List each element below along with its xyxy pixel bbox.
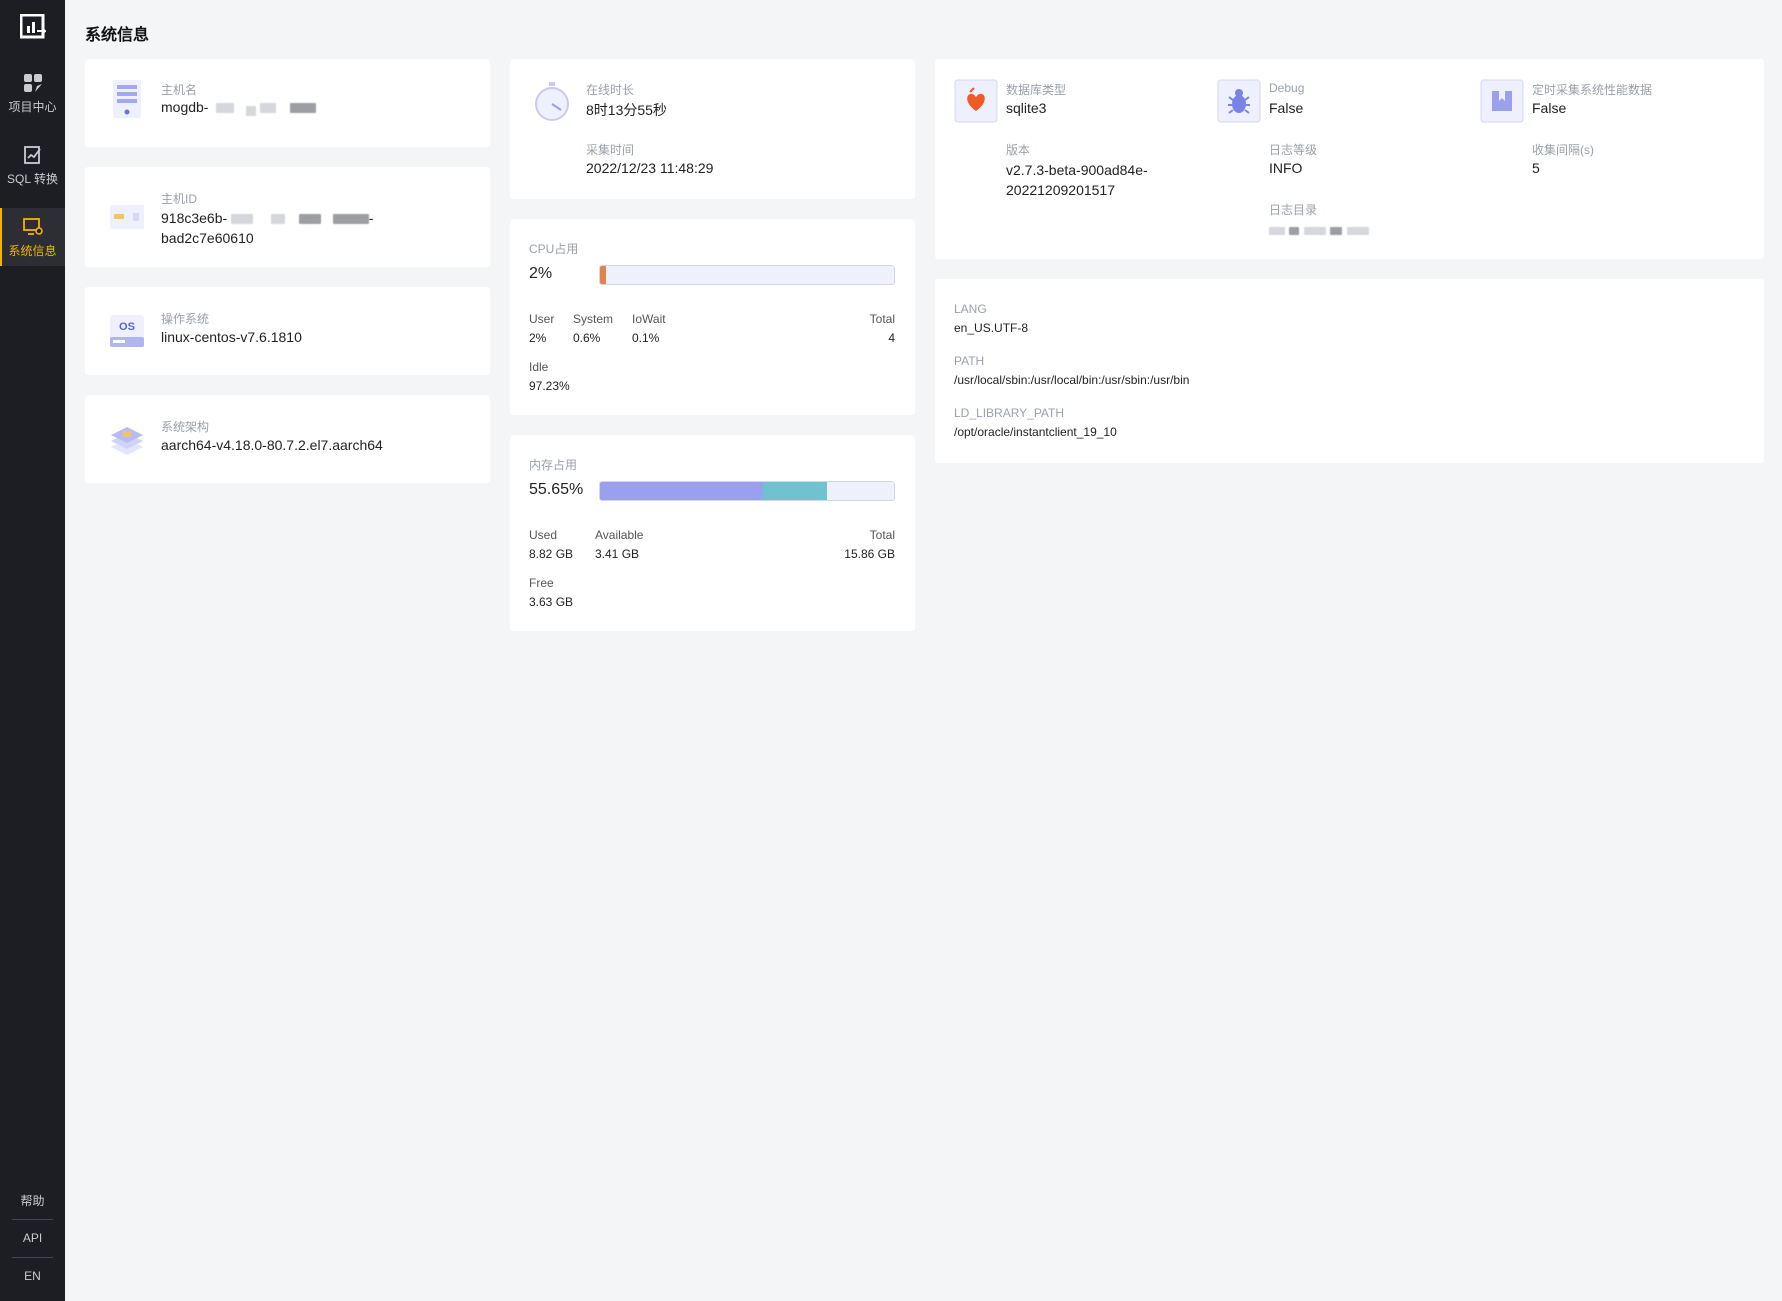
interval-label: 收集间隔(s) bbox=[1532, 143, 1594, 157]
divider bbox=[12, 1257, 53, 1258]
memory-available-fill bbox=[763, 482, 827, 500]
nav-item-project-center[interactable]: 项目中心 bbox=[0, 64, 65, 122]
cpu-iowait-label: IoWait bbox=[632, 312, 666, 326]
cpu-iowait-value: 0.1% bbox=[632, 331, 660, 345]
os-label: 操作系统 bbox=[161, 312, 210, 326]
nav-label: SQL 转换 bbox=[7, 172, 58, 186]
uptime-card: 在线时长 8时13分55秒 采集时间 2022/12/23 11:48:29 bbox=[510, 59, 915, 199]
uptime-value: 8时13分55秒 bbox=[586, 102, 667, 118]
db-type-label: 数据库类型 bbox=[1006, 83, 1067, 97]
version-label: 版本 bbox=[1006, 143, 1031, 157]
arch-value: aarch64-v4.18.0-80.7.2.el7.aarch64 bbox=[161, 437, 383, 453]
collect-time-value: 2022/12/23 11:48:29 bbox=[586, 160, 714, 176]
id-card-icon bbox=[110, 205, 144, 229]
debug-label: Debug bbox=[1269, 81, 1305, 95]
cpu-idle-value: 97.23% bbox=[529, 379, 570, 393]
os-card: OS 操作系统 linux-centos-v7.6.1810 bbox=[85, 287, 490, 375]
memory-percent: 55.65% bbox=[529, 481, 584, 498]
arch-card: 系统架构 aarch64-v4.18.0-80.7.2.el7.aarch64 bbox=[85, 395, 490, 483]
memory-used-fill bbox=[600, 482, 764, 500]
cpu-total-value: 4 bbox=[888, 331, 895, 345]
env-path-label: PATH bbox=[954, 354, 985, 368]
hostname-value: mogdb- bbox=[161, 99, 317, 117]
env-ld-label: LD_LIBRARY_PATH bbox=[954, 406, 1065, 420]
memory-available-value: 3.41 GB bbox=[595, 547, 640, 561]
layers-icon bbox=[111, 427, 143, 455]
sidebar: 项目中心 SQL 转换 系统信息 帮助 API EN bbox=[0, 0, 65, 1301]
memory-used-label: Used bbox=[529, 528, 558, 542]
host-id-label: 主机ID bbox=[161, 192, 198, 206]
page-title: 系统信息 bbox=[85, 27, 150, 44]
system-info-icon bbox=[22, 218, 43, 235]
db-type-value: sqlite3 bbox=[1006, 100, 1047, 116]
help-link[interactable]: 帮助 bbox=[0, 1192, 65, 1209]
nav-label: 项目中心 bbox=[8, 100, 57, 114]
cpu-usage-fill bbox=[600, 266, 606, 284]
cpu-card: CPU占用 2% User 2% System 0.6% IoWait 0.1%… bbox=[510, 219, 915, 415]
memory-total-label: Total bbox=[869, 528, 895, 542]
cpu-usage-bar bbox=[599, 265, 895, 285]
cpu-idle-label: Idle bbox=[529, 360, 549, 374]
memory-free-value: 3.63 GB bbox=[529, 595, 574, 609]
log-level-label: 日志等级 bbox=[1269, 143, 1318, 157]
env-path-value: /usr/local/sbin:/usr/local/bin:/usr/sbin… bbox=[954, 373, 1190, 387]
nav-item-sql-convert[interactable]: SQL 转换 bbox=[0, 136, 65, 194]
divider bbox=[12, 1219, 53, 1220]
env-lang-label: LANG bbox=[954, 302, 987, 316]
perf-collect-value: False bbox=[1532, 100, 1567, 116]
log-dir-value-redacted bbox=[1269, 222, 1369, 240]
os-value: linux-centos-v7.6.1810 bbox=[161, 329, 302, 345]
env-lang-value: en_US.UTF-8 bbox=[954, 321, 1029, 335]
memory-card: 内存占用 55.65% Used 8.82 GB Available 3.41 … bbox=[510, 435, 915, 631]
hostname-label: 主机名 bbox=[161, 83, 198, 97]
cpu-label: CPU占用 bbox=[529, 242, 579, 256]
host-id-card: 主机ID 918c3e6b- - bad2c7e60610 bbox=[85, 167, 490, 267]
env-ld-value: /opt/oracle/instantclient_19_10 bbox=[954, 425, 1117, 439]
language-toggle[interactable]: EN bbox=[0, 1269, 65, 1283]
env-card: LANG en_US.UTF-8 PATH /usr/local/sbin:/u… bbox=[935, 279, 1764, 463]
svg-text:OS: OS bbox=[119, 321, 135, 333]
memory-label: 内存占用 bbox=[529, 458, 578, 472]
app-logo[interactable] bbox=[20, 14, 46, 40]
database-heart-icon bbox=[954, 79, 998, 123]
memory-free-label: Free bbox=[529, 576, 554, 590]
nav-label: 系统信息 bbox=[8, 244, 57, 258]
cpu-user-value: 2% bbox=[529, 331, 547, 345]
app-config-card: 数据库类型 sqlite3 Debug False 定时采集系统性能数据 Fal… bbox=[935, 59, 1764, 259]
nav-item-system-info[interactable]: 系统信息 bbox=[0, 208, 65, 266]
api-link[interactable]: API bbox=[0, 1231, 65, 1245]
collect-time-label: 采集时间 bbox=[586, 143, 635, 157]
bookmark-icon bbox=[1480, 79, 1524, 123]
cpu-total-label: Total bbox=[869, 312, 895, 326]
interval-value: 5 bbox=[1532, 160, 1540, 176]
version-value: v2.7.3-beta-900ad84e- 20221209201517 bbox=[1006, 162, 1148, 198]
hostname-card: 主机名 mogdb- bbox=[85, 59, 490, 147]
os-disk-icon: OS bbox=[110, 315, 144, 347]
cpu-percent: 2% bbox=[529, 265, 553, 282]
memory-available-label: Available bbox=[595, 528, 644, 542]
cpu-system-label: System bbox=[573, 312, 614, 326]
bug-icon bbox=[1217, 79, 1261, 123]
memory-total-value: 15.86 GB bbox=[844, 547, 895, 561]
sql-convert-icon bbox=[23, 146, 41, 164]
debug-value: False bbox=[1269, 100, 1304, 116]
perf-collect-label: 定时采集系统性能数据 bbox=[1532, 83, 1653, 97]
memory-used-value: 8.82 GB bbox=[529, 547, 574, 561]
dashboard-icon bbox=[23, 74, 42, 92]
memory-usage-bar bbox=[599, 481, 895, 501]
stopwatch-icon bbox=[535, 82, 569, 121]
server-icon bbox=[113, 80, 141, 118]
host-id-value: 918c3e6b- - bad2c7e60610 bbox=[161, 210, 374, 246]
log-level-value: INFO bbox=[1269, 160, 1303, 176]
arch-label: 系统架构 bbox=[161, 420, 210, 434]
uptime-label: 在线时长 bbox=[586, 83, 635, 97]
cpu-user-label: User bbox=[529, 312, 555, 326]
cpu-system-value: 0.6% bbox=[573, 331, 601, 345]
log-dir-label: 日志目录 bbox=[1269, 203, 1318, 217]
